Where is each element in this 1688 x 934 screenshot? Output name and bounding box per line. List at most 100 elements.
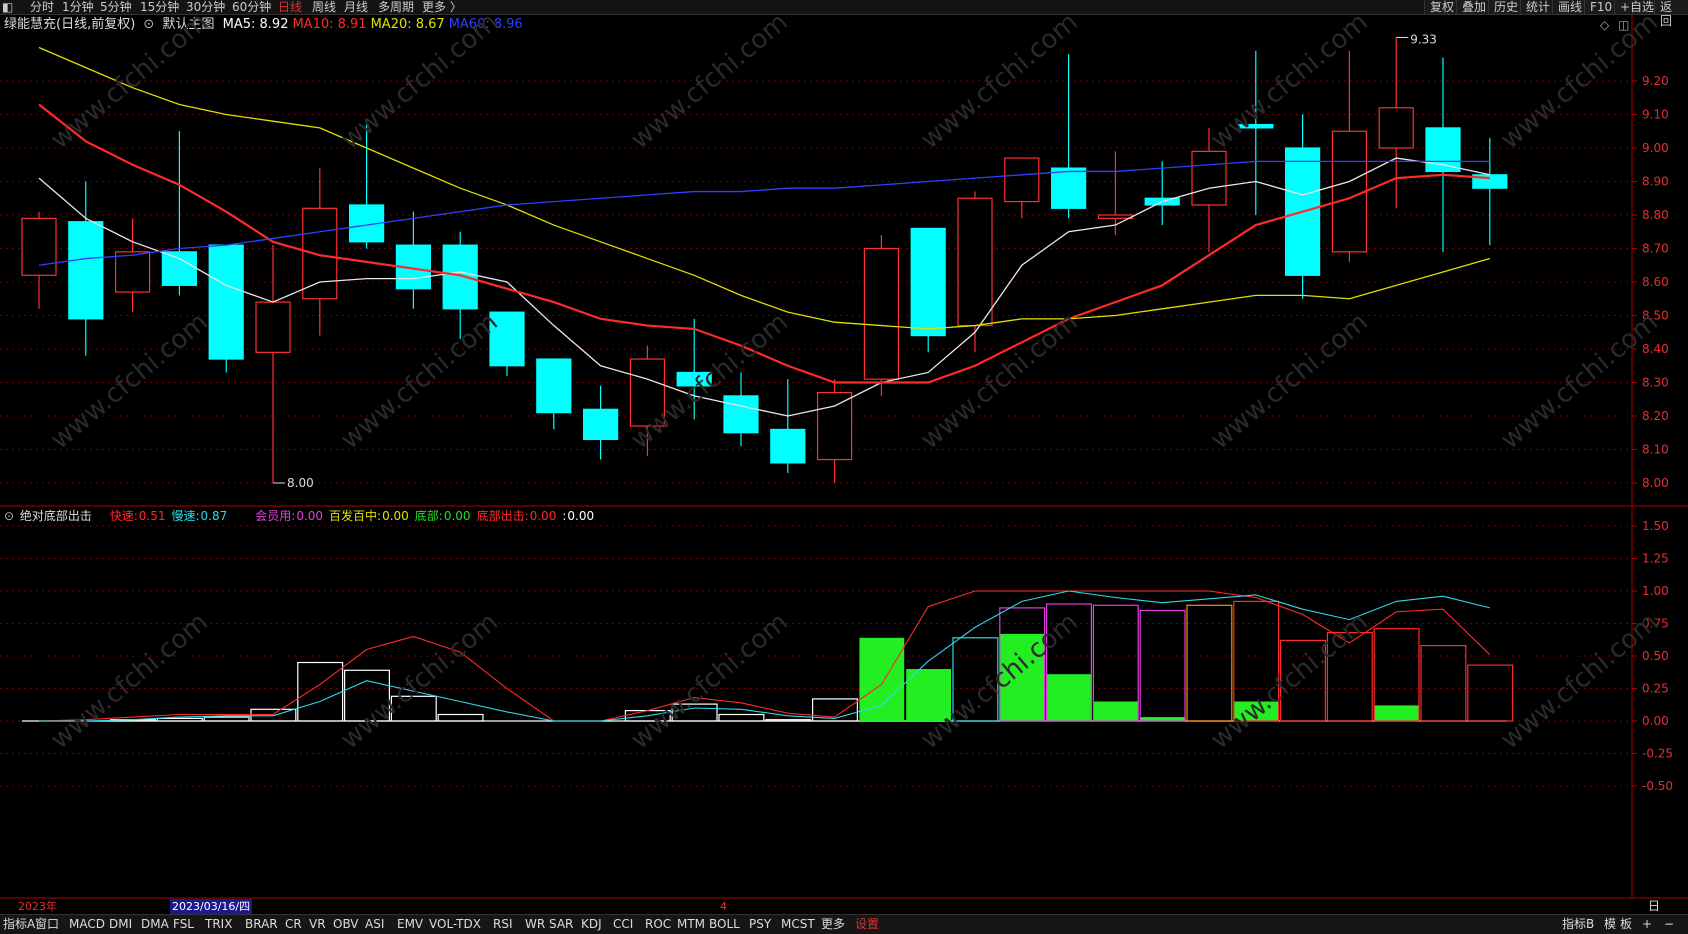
kline-chart[interactable]: 8.008.108.208.308.408.508.608.708.808.90… bbox=[0, 0, 1688, 933]
indicator-tab[interactable]: 窗口 bbox=[35, 915, 59, 934]
watermark: www.cfchi.com bbox=[335, 307, 504, 455]
y-tick-label: 9.20 bbox=[1642, 74, 1669, 88]
y-tick-label: 1.25 bbox=[1642, 552, 1669, 566]
y-tick-label: 8.80 bbox=[1642, 208, 1669, 222]
watermark: www.cfchi.com bbox=[45, 307, 214, 455]
indicator-bar bbox=[1467, 664, 1514, 722]
y-tick-label: 0.00 bbox=[1642, 714, 1669, 728]
indicator-bar bbox=[1373, 628, 1420, 722]
indicator-tab[interactable]: ASI bbox=[365, 915, 384, 934]
indicator-tab[interactable]: EMV bbox=[397, 915, 423, 934]
indicator-tab[interactable]: DMA bbox=[141, 915, 169, 934]
year-label: 2023年 bbox=[18, 900, 57, 913]
candle bbox=[1284, 114, 1321, 299]
bottom-right-button[interactable]: 指标B bbox=[1562, 915, 1594, 934]
watermark: www.cfchi.com bbox=[1495, 7, 1664, 155]
y-tick-label: 9.00 bbox=[1642, 141, 1669, 155]
candle bbox=[1425, 57, 1461, 252]
month-mark: 4 bbox=[720, 900, 727, 913]
bottom-right-button[interactable]: − bbox=[1664, 915, 1674, 934]
y-tick-label: -0.50 bbox=[1642, 779, 1673, 793]
indicator-tab[interactable]: FSL bbox=[173, 915, 194, 934]
indicator-tab[interactable]: TRIX bbox=[205, 915, 232, 934]
y-tick-label: 1.00 bbox=[1642, 584, 1669, 598]
watermark: www.cfchi.com bbox=[45, 607, 214, 755]
indicator-tab[interactable]: MCST bbox=[781, 915, 815, 934]
y-tick-label: 8.60 bbox=[1642, 275, 1669, 289]
candle bbox=[114, 218, 151, 313]
candle bbox=[863, 235, 900, 396]
y-tick-label: -0.25 bbox=[1642, 747, 1673, 761]
indicator-tab[interactable]: BRAR bbox=[245, 915, 278, 934]
candle bbox=[1097, 151, 1134, 236]
indicator-tab[interactable]: SAR bbox=[549, 915, 573, 934]
candle bbox=[957, 191, 993, 353]
indicator-tab[interactable]: 更多 bbox=[821, 915, 845, 934]
indicator-bar bbox=[765, 719, 812, 722]
y-tick-label: 0.50 bbox=[1642, 649, 1669, 663]
indicator-tab[interactable]: VOL-TDX bbox=[429, 915, 481, 934]
candle bbox=[816, 379, 853, 483]
candle bbox=[21, 211, 57, 309]
indicator-tab[interactable]: MTM bbox=[677, 915, 705, 934]
indicator-bar bbox=[156, 717, 203, 722]
date-bar: 2023年 2023/03/16/四 4 日线 bbox=[0, 899, 1660, 928]
indicator-tab[interactable]: 设置 bbox=[855, 915, 879, 934]
indicator-bar bbox=[437, 713, 484, 722]
y-tick-label: 8.30 bbox=[1642, 376, 1669, 390]
candle bbox=[1144, 161, 1180, 226]
candle bbox=[395, 211, 431, 309]
indicator-bar bbox=[203, 716, 250, 722]
y-tick-label: 1.50 bbox=[1642, 519, 1669, 533]
price-annotation: 8.00 bbox=[287, 476, 314, 490]
cursor-date: 2023/03/16/四 bbox=[170, 899, 253, 914]
indicator-tab-bar: 指标A 窗口 MACD DMI DMA FSL TRIX BRAR CR VR OBV ASI EMV V… bbox=[0, 914, 1688, 934]
candle bbox=[1004, 157, 1040, 219]
y-tick-label: 8.90 bbox=[1642, 175, 1669, 189]
indicator-tab[interactable]: CR bbox=[285, 915, 302, 934]
watermark: www.cfchi.com bbox=[625, 607, 794, 755]
candle bbox=[910, 227, 946, 353]
bottom-right-button[interactable]: 板 bbox=[1620, 915, 1632, 934]
indicator-tab[interactable]: MACD bbox=[69, 915, 105, 934]
indicator-tab[interactable]: 指标A bbox=[3, 915, 35, 934]
indicator-tab[interactable]: VR bbox=[309, 915, 326, 934]
indicator-bar bbox=[859, 637, 905, 721]
price-annotation: 9.33 bbox=[1410, 32, 1437, 46]
indicator-tab[interactable]: WR bbox=[525, 915, 545, 934]
indicator-tab[interactable]: OBV bbox=[333, 915, 359, 934]
indicator-bar bbox=[1139, 609, 1186, 722]
indicator-tab[interactable]: DMI bbox=[109, 915, 132, 934]
y-tick-label: 9.10 bbox=[1642, 108, 1669, 122]
candle bbox=[208, 244, 244, 373]
watermark: www.cfchi.com bbox=[45, 7, 214, 155]
y-tick-label: 8.70 bbox=[1642, 242, 1669, 256]
candle bbox=[255, 245, 291, 483]
bottom-right-button[interactable]: 模 bbox=[1604, 915, 1616, 934]
y-tick-label: 8.20 bbox=[1642, 409, 1669, 423]
candle bbox=[536, 358, 572, 430]
indicator-bar bbox=[1420, 644, 1467, 722]
watermark: www.cfchi.com bbox=[1205, 607, 1374, 755]
candle bbox=[1472, 137, 1508, 246]
indicator-bar bbox=[1092, 604, 1139, 722]
bottom-right-button[interactable]: + bbox=[1642, 915, 1652, 934]
indicator-bar bbox=[718, 713, 765, 722]
indicator-tab[interactable]: RSI bbox=[493, 915, 513, 934]
watermark: www.cfchi.com bbox=[335, 607, 504, 755]
watermark: www.cfchi.com bbox=[915, 7, 1084, 155]
diamond-icon[interactable]: ◇ bbox=[1600, 18, 1610, 32]
y-tick-label: 8.00 bbox=[1642, 476, 1669, 490]
ma-line-ma60 bbox=[38, 160, 1490, 266]
watermark: www.cfchi.com bbox=[1495, 607, 1664, 755]
y-tick-label: 0.25 bbox=[1642, 682, 1669, 696]
indicator-tab[interactable]: BOLL bbox=[709, 915, 740, 934]
indicator-tab[interactable]: KDJ bbox=[581, 915, 602, 934]
indicator-tab[interactable]: PSY bbox=[749, 915, 771, 934]
y-tick-label: 8.10 bbox=[1642, 443, 1669, 457]
indicator-tab[interactable]: CCI bbox=[613, 915, 633, 934]
watermark: www.cfchi.com bbox=[1205, 307, 1374, 455]
candle bbox=[1331, 50, 1368, 262]
candle bbox=[161, 131, 197, 296]
indicator-tab[interactable]: ROC bbox=[645, 915, 671, 934]
